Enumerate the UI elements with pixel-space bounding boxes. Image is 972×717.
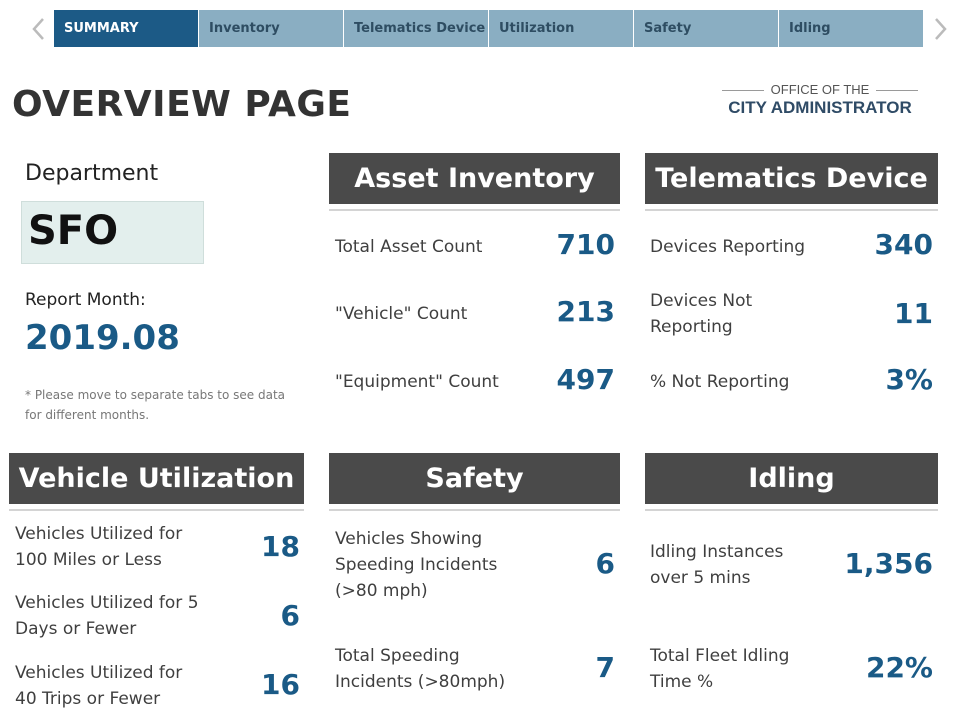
speeding-incidents-label: Total Speeding Incidents (>80mph) (335, 646, 506, 692)
utilized-100-miles-label: Vehicles Utilized for 100 Miles or Less (15, 524, 183, 570)
tab-telematics-device[interactable]: Telematics Device (344, 10, 489, 47)
report-month-label: Report Month: (25, 290, 146, 310)
tab-inventory[interactable]: Inventory (199, 10, 344, 47)
speeding-vehicles-label: Vehicles Showing Speeding Incidents (>80… (335, 529, 498, 601)
total-asset-count-label: Total Asset Count (335, 237, 483, 257)
idling-header: Idling (645, 453, 938, 504)
utilized-40-trips-label: Vehicles Utilized for 40 Trips or Fewer (15, 663, 183, 709)
idling-instances-label: Idling Instances over 5 mins (650, 542, 784, 588)
department-label: Department (25, 161, 159, 186)
fleet-idling-time-value: 22% (865, 651, 933, 684)
next-tab-button[interactable] (929, 10, 953, 47)
tab-summary[interactable]: SUMMARY (54, 10, 199, 47)
report-month-value: 2019.08 (25, 318, 180, 358)
vehicle-count-label: "Vehicle" Count (335, 304, 468, 324)
percent-not-reporting-value: 3% (885, 363, 933, 396)
chevron-left-icon (32, 17, 44, 40)
fleet-idling-time-label: Total Fleet Idling Time % (650, 646, 790, 692)
utilized-5-days-label: Vehicles Utilized for 5 Days or Fewer (15, 593, 199, 639)
tab-bar: SUMMARY Inventory Telematics Device Util… (54, 10, 926, 47)
safety-header: Safety (329, 453, 620, 504)
department-value: SFO (28, 208, 119, 254)
tab-utilization[interactable]: Utilization (489, 10, 634, 47)
department-selector[interactable]: SFO (21, 201, 204, 264)
devices-reporting-label: Devices Reporting (650, 237, 806, 257)
chevron-right-icon (935, 17, 947, 40)
month-note: * Please move to separate tabs to see da… (25, 388, 286, 422)
percent-not-reporting-label: % Not Reporting (650, 372, 790, 392)
speeding-incidents-value: 7 (595, 651, 615, 684)
speeding-vehicles-value: 6 (595, 547, 615, 580)
equipment-count-value: 497 (556, 363, 615, 396)
asset-inventory-divider (329, 209, 620, 211)
logo-line2: CITY ADMINISTRATOR (728, 98, 912, 117)
logo-rule-right (876, 90, 918, 91)
asset-inventory-header: Asset Inventory (329, 153, 620, 204)
vehicle-count-value: 213 (556, 295, 615, 328)
devices-not-reporting-value: 11 (894, 297, 933, 330)
telematics-device-divider (645, 209, 938, 211)
telematics-device-header: Telematics Device (645, 153, 938, 204)
utilized-40-trips-value: 16 (261, 668, 300, 701)
tab-idling[interactable]: Idling (779, 10, 924, 47)
prev-tab-button[interactable] (26, 10, 50, 47)
tab-safety[interactable]: Safety (634, 10, 779, 47)
page-title: OVERVIEW PAGE (12, 84, 352, 125)
idling-divider (645, 509, 938, 511)
safety-divider (329, 509, 620, 511)
utilized-100-miles-value: 18 (261, 530, 300, 563)
city-administrator-logo: OFFICE OF THE CITY ADMINISTRATOR (722, 82, 918, 122)
devices-reporting-value: 340 (874, 228, 933, 261)
equipment-count-label: "Equipment" Count (335, 372, 499, 392)
utilized-5-days-value: 6 (280, 599, 300, 632)
vehicle-utilization-header: Vehicle Utilization (9, 453, 304, 504)
vehicle-utilization-divider (9, 509, 304, 511)
idling-instances-value: 1,356 (844, 547, 933, 580)
total-asset-count-value: 710 (556, 228, 615, 261)
devices-not-reporting-label: Devices Not Reporting (650, 291, 753, 337)
